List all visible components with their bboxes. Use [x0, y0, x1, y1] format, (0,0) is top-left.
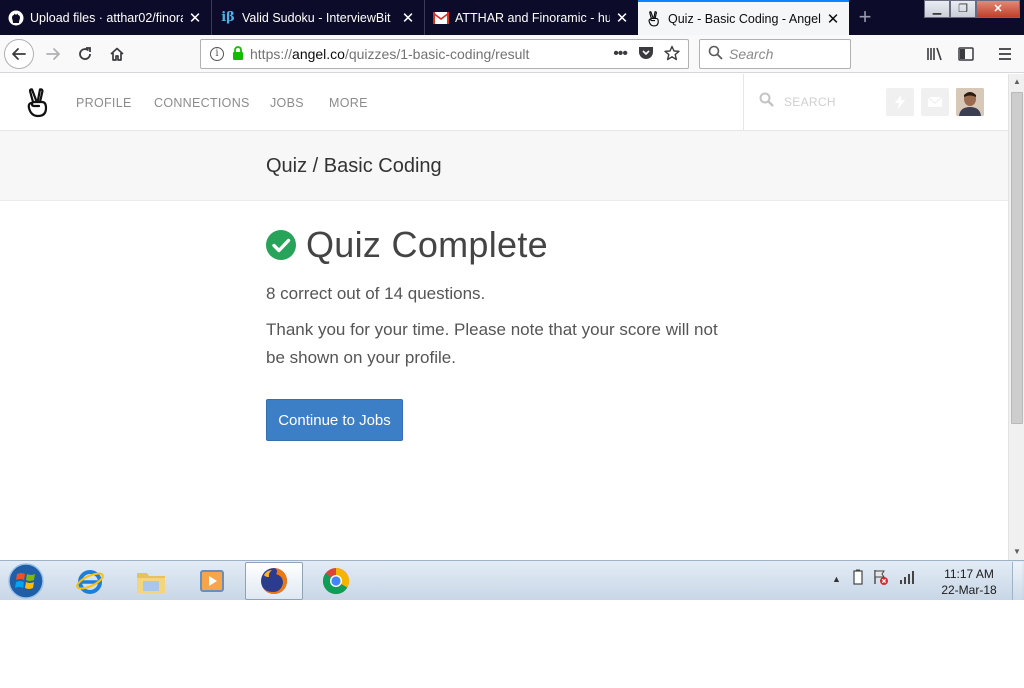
chrome-icon[interactable] — [307, 562, 365, 600]
action-center-flag-icon[interactable] — [873, 569, 889, 588]
reload-icon — [79, 47, 91, 60]
reload-button[interactable] — [70, 39, 100, 69]
breadcrumb: Quiz / Basic Coding — [266, 155, 442, 177]
clock[interactable]: 11:17 AM 22-Mar-18 — [930, 566, 1008, 598]
page-title-band: Quiz / Basic Coding — [0, 131, 1008, 201]
bookmark-star-icon[interactable] — [664, 45, 680, 64]
media-player-icon[interactable] — [183, 562, 241, 600]
angellist-icon — [646, 10, 662, 27]
show-hidden-icons-icon[interactable]: ▲ — [832, 574, 841, 584]
library-icon — [927, 47, 942, 61]
site-header: PROFILE CONNECTIONS JOBS MORE SEARCH — [0, 74, 1008, 131]
network-signal-icon[interactable] — [899, 570, 915, 587]
url-text: https://angel.co/quizzes/1-basic-coding/… — [250, 46, 530, 62]
new-tab-button[interactable]: + — [851, 3, 879, 31]
continue-to-jobs-button[interactable]: Continue to Jobs — [266, 399, 403, 441]
battery-icon[interactable] — [853, 569, 863, 588]
scroll-down-arrow-icon[interactable]: ▼ — [1009, 544, 1024, 560]
library-button[interactable] — [920, 39, 950, 69]
home-icon — [110, 47, 124, 61]
firefox-icon[interactable] — [245, 562, 303, 600]
messages-button[interactable] — [921, 88, 949, 116]
search-icon — [708, 45, 723, 63]
lightning-icon — [895, 95, 905, 109]
start-button[interactable] — [6, 562, 46, 600]
page-actions-icon[interactable]: ••• — [613, 45, 628, 63]
tab-angellist-quiz[interactable]: Quiz - Basic Coding - AngelList ✕ — [638, 0, 849, 35]
scroll-up-arrow-icon[interactable]: ▲ — [1009, 74, 1024, 90]
envelope-icon — [928, 97, 942, 107]
close-tab-icon[interactable]: ✕ — [187, 9, 203, 27]
system-tray: ▲ — [832, 569, 915, 588]
windows-taskbar: ▲ 11:17 AM 22-Mar-18 — [0, 560, 1024, 600]
scrollbar-thumb[interactable] — [1011, 92, 1023, 424]
navigation-toolbar: i https://angel.co/quizzes/1-basic-codin… — [0, 35, 1024, 73]
restore-button[interactable]: ❐ — [950, 0, 976, 18]
interviewbit-icon: iβ — [221, 10, 235, 25]
secure-lock-icon[interactable] — [232, 45, 244, 63]
activity-button[interactable] — [886, 88, 914, 116]
clock-time: 11:17 AM — [944, 567, 994, 581]
avatar[interactable] — [956, 88, 984, 116]
tab-title: Quiz - Basic Coding - AngelList — [668, 11, 821, 26]
close-tab-icon[interactable]: ✕ — [825, 10, 841, 28]
forward-button[interactable] — [38, 39, 68, 69]
close-tab-icon[interactable]: ✕ — [400, 9, 416, 27]
gmail-icon — [433, 10, 449, 26]
result-title: Quiz Complete — [306, 224, 548, 265]
back-button[interactable] — [4, 39, 34, 69]
tab-gmail[interactable]: ATTHAR and Finoramic - hu ✕ — [425, 0, 638, 35]
nav-jobs[interactable]: JOBS — [270, 96, 304, 110]
pocket-icon[interactable] — [638, 46, 654, 63]
page-scrollbar[interactable]: ▲ ▼ — [1008, 74, 1024, 560]
back-arrow-icon — [12, 48, 26, 60]
browser-search-input[interactable]: Search — [699, 39, 851, 69]
tab-strip: Upload files · atthar02/finoramic ✕ iβ V… — [0, 0, 1024, 35]
forward-arrow-icon — [46, 48, 60, 60]
tab-title: Valid Sudoku - InterviewBit — [242, 10, 391, 25]
tab-title: Upload files · atthar02/finoramic — [30, 10, 183, 25]
address-bar[interactable]: i https://angel.co/quizzes/1-basic-codin… — [200, 39, 689, 69]
tab-upload-files[interactable]: Upload files · atthar02/finoramic ✕ — [0, 0, 212, 35]
nav-more[interactable]: MORE — [329, 96, 368, 110]
search-icon — [759, 92, 774, 112]
result-header: Quiz Complete — [266, 224, 548, 266]
github-icon — [8, 10, 24, 26]
close-window-button[interactable]: ✕ — [976, 0, 1020, 18]
tab-title: ATTHAR and Finoramic - hu — [455, 10, 610, 25]
menu-button[interactable] — [990, 39, 1020, 69]
show-desktop-button[interactable] — [1012, 562, 1022, 600]
check-circle-icon — [266, 230, 296, 260]
nav-profile[interactable]: PROFILE — [76, 96, 132, 110]
site-search-placeholder: SEARCH — [784, 95, 836, 109]
internet-explorer-icon[interactable] — [61, 562, 119, 600]
privacy-note: Thank you for your time. Please note tha… — [266, 320, 718, 367]
clock-date: 22-Mar-18 — [941, 583, 997, 597]
tab-valid-sudoku[interactable]: iβ Valid Sudoku - InterviewBit ✕ — [212, 0, 425, 35]
close-tab-icon[interactable]: ✕ — [614, 9, 630, 27]
window-controls: ▁ ❐ ✕ — [924, 0, 1020, 18]
sidebar-button[interactable] — [951, 39, 981, 69]
minimize-button[interactable]: ▁ — [924, 0, 950, 18]
angellist-logo-icon[interactable] — [25, 88, 51, 118]
sidebar-icon — [958, 47, 974, 61]
info-icon[interactable]: i — [210, 47, 224, 61]
search-placeholder: Search — [729, 46, 774, 62]
home-button[interactable] — [102, 39, 132, 69]
user-photo — [956, 88, 984, 116]
site-search-input[interactable]: SEARCH — [743, 74, 868, 130]
file-explorer-icon[interactable] — [122, 562, 180, 600]
nav-connections[interactable]: CONNECTIONS — [154, 96, 250, 110]
hamburger-menu-icon — [999, 48, 1011, 60]
score-text: 8 correct out of 14 questions. — [266, 284, 486, 303]
